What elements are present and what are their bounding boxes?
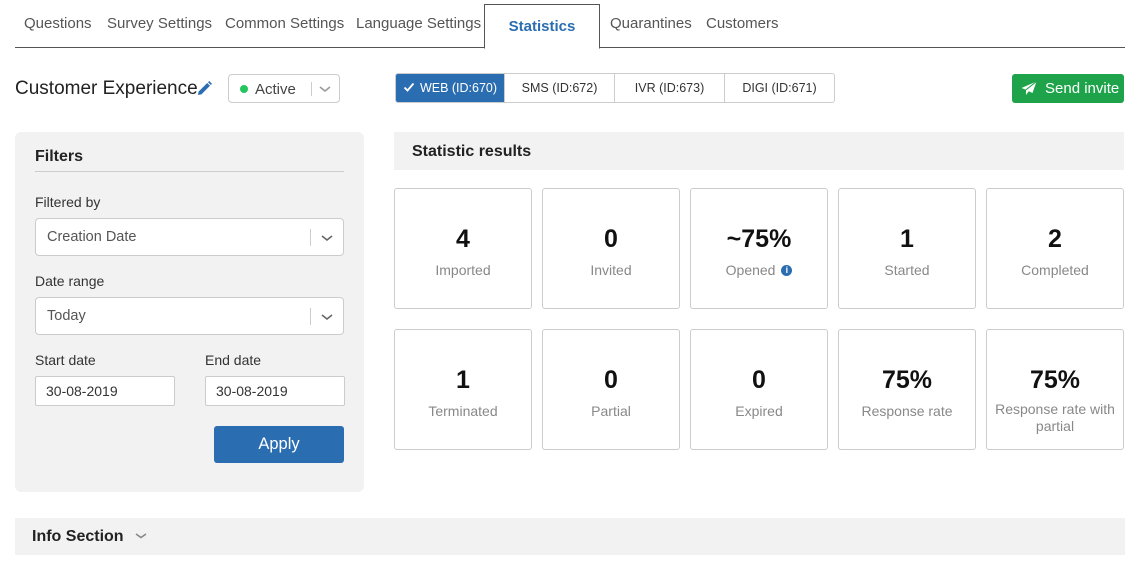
select-separator [310, 308, 311, 325]
tab-customers[interactable]: Customers [706, 0, 779, 48]
status-dropdown[interactable]: Active [228, 74, 340, 103]
start-date-input[interactable] [35, 376, 175, 406]
apply-button[interactable]: Apply [214, 426, 344, 463]
stat-card-terminated: 1 Terminated [394, 329, 532, 450]
stat-value: 0 [604, 366, 618, 394]
channel-digi[interactable]: DIGI (ID:671) [725, 74, 834, 102]
stat-value: 1 [900, 225, 914, 253]
start-date-label: Start date [35, 352, 96, 368]
stat-label: Response rate with partial [995, 401, 1115, 434]
send-invite-label: Send invite [1045, 80, 1120, 97]
stat-label: Invited [590, 262, 632, 278]
survey-title: Customer Experience [15, 78, 198, 99]
tab-quarantines[interactable]: Quarantines [610, 0, 692, 48]
statistic-results-header: Statistic results [394, 132, 1124, 170]
filters-title: Filters [35, 148, 84, 165]
end-date-input[interactable] [205, 376, 345, 406]
filtered-by-label: Filtered by [35, 194, 101, 210]
chevron-down-icon [319, 86, 331, 93]
stat-card-started: 1 Started [838, 188, 976, 309]
pencil-icon[interactable] [195, 80, 213, 98]
stat-label: Terminated [428, 403, 498, 419]
stat-value: ~75% [726, 225, 792, 253]
stat-label: Completed [1021, 262, 1089, 278]
channel-switcher: WEB (ID:670) SMS (ID:672) IVR (ID:673) D… [395, 73, 835, 103]
info-section-toggle[interactable]: Info Section [15, 518, 1125, 555]
stat-label: Expired [735, 403, 783, 419]
dropdown-separator [311, 82, 312, 96]
filtered-by-select[interactable]: Creation Date [35, 218, 344, 256]
stat-card-completed: 2 Completed [986, 188, 1124, 309]
stat-label: Opened [725, 262, 776, 278]
tab-questions[interactable]: Questions [24, 0, 92, 48]
tab-statistics[interactable]: Statistics [484, 4, 600, 49]
stat-card-expired: 0 Expired [690, 329, 828, 450]
date-range-value: Today [47, 308, 86, 324]
end-date-label: End date [205, 352, 262, 368]
stat-value: 2 [1048, 225, 1062, 253]
stat-label: Response rate [861, 403, 953, 419]
status-dot [240, 85, 248, 93]
stat-value: 4 [456, 225, 470, 253]
channel-sms[interactable]: SMS (ID:672) [505, 74, 615, 102]
date-range-select[interactable]: Today [35, 297, 344, 335]
stat-value: 0 [604, 225, 618, 253]
select-separator [310, 229, 311, 246]
filters-panel: Filters Filtered by Creation Date Date r… [15, 132, 364, 492]
channel-web-label: WEB (ID:670) [419, 81, 498, 95]
stat-card-response-rate: 75% Response rate [838, 329, 976, 450]
stat-card-imported: 4 Imported [394, 188, 532, 309]
stat-card-response-rate-partial: 75% Response rate with partial [986, 329, 1124, 450]
stat-value: 0 [752, 366, 766, 394]
info-section-title: Info Section [32, 528, 124, 545]
chevron-down-icon [135, 533, 147, 539]
channel-ivr[interactable]: IVR (ID:673) [615, 74, 725, 102]
send-invite-button[interactable]: Send invite [1012, 74, 1124, 103]
stat-value: 1 [456, 366, 470, 394]
chevron-down-icon [321, 314, 333, 321]
stat-label: Imported [435, 262, 491, 278]
tab-bar: Questions Survey Settings Common Setting… [15, 0, 1125, 49]
tab-language-settings[interactable]: Language Settings [356, 0, 481, 48]
stat-card-opened: ~75% Opened i [690, 188, 828, 309]
stat-label: Partial [591, 403, 631, 419]
info-icon[interactable]: i [781, 264, 793, 276]
stat-card-partial: 0 Partial [542, 329, 680, 450]
status-label: Active [255, 81, 296, 98]
channel-web[interactable]: WEB (ID:670) [396, 74, 505, 102]
tab-survey-settings[interactable]: Survey Settings [107, 0, 212, 48]
stat-value: 75% [1029, 366, 1081, 394]
filters-divider [35, 171, 344, 172]
statistic-results-title: Statistic results [412, 143, 532, 160]
check-icon [403, 83, 415, 93]
stat-card-invited: 0 Invited [542, 188, 680, 309]
stat-label: Started [884, 262, 930, 278]
date-range-label: Date range [35, 273, 105, 289]
stat-value: 75% [881, 366, 933, 394]
chevron-down-icon [321, 235, 333, 242]
stat-label-row: Opened i [695, 262, 823, 279]
paper-plane-icon [1021, 81, 1037, 95]
filtered-by-value: Creation Date [47, 229, 137, 245]
tab-common-settings[interactable]: Common Settings [225, 0, 344, 48]
